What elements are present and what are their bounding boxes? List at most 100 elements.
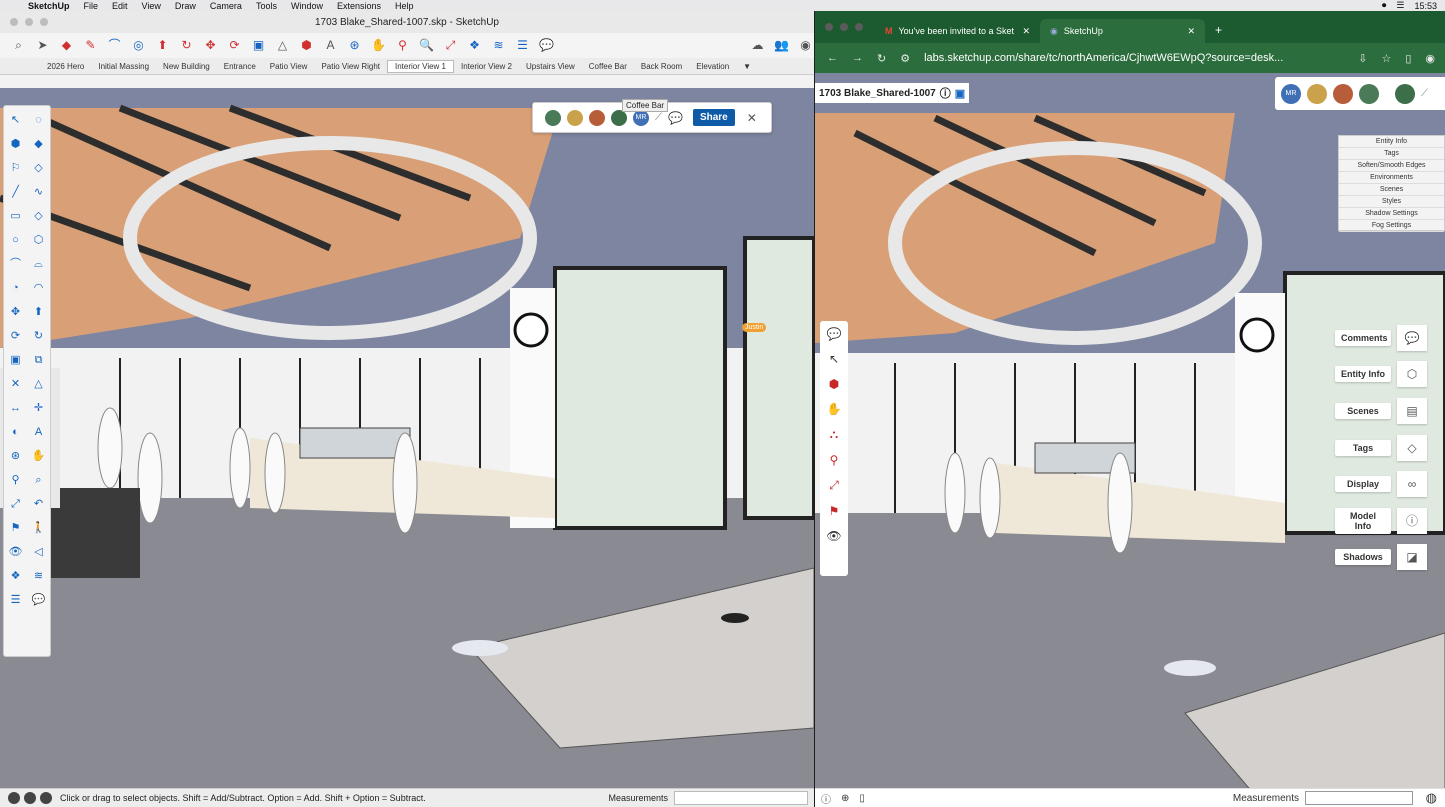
select-icon[interactable]: ↖ [4,108,27,132]
model-info-tool[interactable]: Model Info ⓘ [1335,508,1427,534]
tape-measure-icon[interactable]: △ [274,37,291,54]
new-tab-icon[interactable]: + [1215,23,1222,37]
freehand-icon[interactable]: ∿ [27,180,50,204]
menu-window[interactable]: Window [291,1,323,11]
panel-entity-info[interactable]: Entity Info [1339,136,1444,148]
panel-fog-settings[interactable]: Fog Settings [1339,220,1444,232]
menu-file[interactable]: File [84,1,99,11]
walk-icon[interactable]: ⚲ [394,37,411,54]
zoom-extents-tool-icon[interactable]: ⤢ [829,478,839,493]
warehouse-tool-icon[interactable]: ≋ [27,564,50,588]
tabs-overflow-icon[interactable]: ▼ [736,61,758,72]
collaborator-avatar[interactable] [1333,83,1353,104]
tab-2026-hero[interactable]: 2026 Hero [40,61,91,72]
tab-coffee-bar[interactable]: Coffee Bar [582,61,634,72]
entity-info-icon[interactable]: ⬡ [1397,361,1427,387]
collaborators-icon[interactable]: 👥 [773,37,790,54]
pan-icon[interactable]: ✋ [370,37,387,54]
help-icon[interactable]: ⓘ [821,791,831,806]
chat-icon[interactable]: 💬 [538,37,555,54]
panel-shadow-settings[interactable]: Shadow Settings [1339,208,1444,220]
scale-icon[interactable]: ▣ [250,37,267,54]
arc-icon[interactable]: ⌒ [106,37,123,54]
zoom-extents-tool-icon[interactable]: ⤢ [4,492,27,516]
credits-icon[interactable] [24,792,36,804]
section-plane-icon[interactable]: ◁ [27,540,50,564]
pan-tool-icon[interactable]: ✋ [27,444,50,468]
presentation-icon[interactable]: ▣ [955,87,965,100]
close-tab-icon[interactable]: ✕ [1187,26,1195,37]
position-camera-icon[interactable]: ⚑ [829,504,840,518]
zoom-window-button[interactable] [40,18,48,26]
entity-info-tool[interactable]: Entity Info ⬡ [1335,361,1427,387]
pencil-icon[interactable]: ✎ [82,37,99,54]
close-tab-icon[interactable]: ✕ [1022,26,1030,37]
display-icon[interactable]: ∞ [1397,471,1427,497]
display-tool[interactable]: Display ∞ [1335,471,1427,497]
profile-icon[interactable]: ◉ [1425,52,1435,65]
tab-interior-view-2[interactable]: Interior View 2 [454,61,519,72]
tab-back-room[interactable]: Back Room [634,61,689,72]
collaborator-avatar[interactable] [545,109,561,126]
collaborator-avatar[interactable] [589,109,605,126]
paint-bucket-icon[interactable]: ⬢ [298,37,315,54]
paint-tool-icon[interactable]: ⬢ [829,377,839,391]
globe-icon[interactable]: ⊕ [841,793,849,804]
rotated-rect-icon[interactable]: ◇ [27,204,50,228]
section-icon[interactable]: ◐ [4,420,27,444]
move-tool-icon[interactable]: ✥ [4,300,27,324]
position-camera-icon[interactable]: ⚑ [4,516,27,540]
geo-location-icon[interactable] [8,792,20,804]
collaborator-avatar[interactable] [1359,83,1379,104]
circle-icon[interactable]: ◎ [130,37,147,54]
zoom-extents-icon[interactable]: ⤢ [442,37,459,54]
zoom-tool-icon[interactable]: ⚲ [830,453,839,467]
panel-soften-edges[interactable]: Soften/Smooth Edges [1339,160,1444,172]
forward-icon[interactable]: → [852,52,863,64]
mouse-icon[interactable]: ▯ [859,793,865,804]
close-icon[interactable]: ✕ [747,111,757,125]
dimension-icon[interactable]: ↔ [4,396,27,420]
tab-upstairs-view[interactable]: Upstairs View [519,61,582,72]
chat-tool-icon[interactable]: 💬 [27,588,50,612]
scenes-tool[interactable]: Scenes ▤ [1335,398,1427,424]
text-icon[interactable]: A [322,37,339,54]
panel-scenes[interactable]: Scenes [1339,184,1444,196]
back-icon[interactable]: ← [827,52,838,64]
tab-patio-view[interactable]: Patio View [263,61,315,72]
rectangle-icon[interactable]: ▭ [4,204,27,228]
tags-tool[interactable]: Tags ◇ [1335,435,1427,461]
select-tool-icon[interactable]: ➤ [34,37,51,54]
control-center-icon[interactable]: ☰ [1396,0,1404,11]
text-tool-icon[interactable]: A [27,420,50,444]
3d-warehouse-icon[interactable]: ≋ [490,37,507,54]
browser-tab-sketchup[interactable]: ◉ SketchUp ✕ [1040,19,1205,43]
tab-patio-view-right[interactable]: Patio View Right [314,61,387,72]
browser-close-button[interactable] [825,23,833,31]
collaborator-initials[interactable]: MR [1281,83,1301,104]
menu-edit[interactable]: Edit [112,1,128,11]
eraser-icon[interactable]: ◆ [58,37,75,54]
model-info-icon[interactable]: ⓘ [1397,508,1427,534]
shadows-tool[interactable]: Shadows ◪ [1335,544,1427,570]
collaborator-avatar[interactable] [1307,83,1327,104]
arc2-icon[interactable]: ⌓ [27,252,50,276]
scenes-icon[interactable]: ▤ [1397,398,1427,424]
paint-icon[interactable]: ⬢ [4,132,27,156]
my-avatar[interactable] [1395,83,1415,104]
layers-tool-icon[interactable]: ☰ [4,588,27,612]
zoom-tool-icon[interactable]: ⚲ [4,468,27,492]
user-icon[interactable] [40,792,52,804]
model-viewport[interactable] [0,88,814,795]
followme-tool-icon[interactable]: ↻ [27,324,50,348]
minimize-window-button[interactable] [25,18,33,26]
site-info-icon[interactable]: ⚙ [900,52,910,65]
browser-tab-gmail[interactable]: M You've been invited to a Sket ✕ [875,19,1040,43]
scale-tool-icon[interactable]: ▣ [4,348,27,372]
pushpull-tool-icon[interactable]: ⬆ [27,300,50,324]
follow-me-icon[interactable]: ↻ [178,37,195,54]
push-pull-icon[interactable]: ⬆ [154,37,171,54]
menu-tools[interactable]: Tools [256,1,277,11]
close-window-button[interactable] [10,18,18,26]
rotate-icon[interactable]: ⟳ [226,37,243,54]
